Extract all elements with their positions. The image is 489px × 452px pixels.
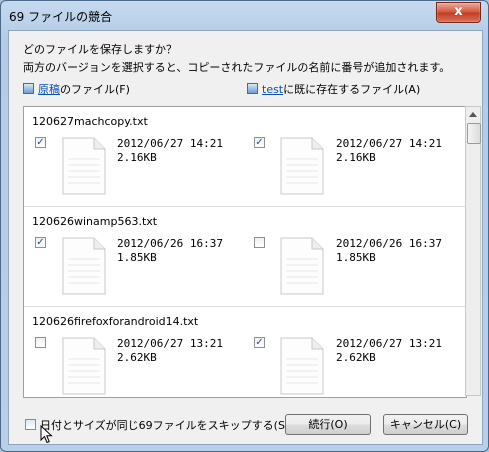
instruction-text: 両方のバージョンを選択すると、コピーされたファイルの名前に番号が追加されます。 (23, 61, 451, 74)
left-column-header[interactable]: 原稿のファイル(F) (23, 81, 130, 97)
scrollbar-thumb[interactable] (467, 123, 481, 144)
left-file-meta: 2012/06/26 16:37 1.85KB (117, 237, 223, 265)
file-size: 2.16KB (336, 151, 376, 164)
file-size: 2.62KB (336, 351, 376, 364)
left-column-label: のファイル(F) (60, 83, 130, 96)
conflict-list[interactable]: 120627machcopy.txt ✓ 2012/06/27 14:21 2.… (23, 106, 467, 398)
keep-left-checkbox[interactable] (35, 337, 46, 348)
file-size: 1.85KB (117, 251, 157, 264)
text-file-icon (62, 237, 106, 295)
file-name: 120627machcopy.txt (32, 115, 148, 128)
text-file-icon (280, 137, 324, 195)
file-name: 120626firefoxforandroid14.txt (32, 315, 199, 328)
mouse-cursor-icon (40, 425, 53, 444)
file-size: 2.16KB (117, 151, 157, 164)
skip-same-label[interactable]: 日付とサイズが同じ69ファイルをスキップする(S) (40, 417, 289, 433)
vertical-scrollbar[interactable] (465, 106, 481, 396)
question-text: どのファイルを保存しますか？ (23, 43, 177, 56)
file-date: 2012/06/27 13:21 (117, 337, 223, 350)
continue-button[interactable]: 続行(O) (285, 414, 371, 435)
dialog-content: どのファイルを保存しますか？ 両方のバージョンを選択すると、コピーされたファイル… (8, 30, 483, 445)
title-bar[interactable]: 69 ファイルの競合 x (1, 1, 488, 31)
file-size: 1.85KB (336, 251, 376, 264)
check-icon: ✓ (255, 337, 264, 348)
check-icon: ✓ (255, 137, 264, 148)
check-icon: ✓ (36, 137, 45, 148)
close-button[interactable]: x (436, 2, 481, 23)
file-date: 2012/06/27 14:21 (117, 137, 223, 150)
keep-left-checkbox[interactable]: ✓ (35, 137, 46, 148)
file-name: 120626winamp563.txt (32, 215, 158, 228)
file-size: 2.62KB (117, 351, 157, 364)
right-file-meta: 2012/06/27 14:21 2.16KB (336, 137, 442, 165)
file-date: 2012/06/26 16:37 (117, 237, 223, 250)
text-file-icon (62, 337, 106, 395)
check-icon: ✓ (36, 237, 45, 248)
dialog-window: 69 ファイルの競合 x どのファイルを保存しますか？ 両方のバージョンを選択す… (0, 0, 489, 452)
conflict-entry: 120626firefoxforandroid14.txt 2012/06/27… (24, 307, 466, 397)
file-date: 2012/06/27 13:21 (336, 337, 442, 350)
cancel-button[interactable]: キャンセル(C) (383, 414, 468, 435)
scroll-up-icon[interactable] (469, 111, 477, 117)
right-column-label: に既に存在するファイル(A) (283, 83, 421, 96)
file-date: 2012/06/27 14:21 (336, 137, 442, 150)
source-folder-link[interactable]: 原稿 (38, 83, 60, 96)
keep-right-checkbox[interactable]: ✓ (254, 137, 265, 148)
close-icon: x (454, 4, 463, 19)
text-file-icon (280, 337, 324, 395)
select-all-left-checkbox[interactable] (23, 83, 34, 94)
keep-right-checkbox[interactable]: ✓ (254, 337, 265, 348)
right-file-meta: 2012/06/27 13:21 2.62KB (336, 337, 442, 365)
window-title: 69 ファイルの競合 (9, 10, 113, 24)
select-all-right-checkbox[interactable] (247, 83, 258, 94)
keep-right-checkbox[interactable] (254, 237, 265, 248)
text-file-icon (62, 137, 106, 195)
right-file-meta: 2012/06/26 16:37 1.85KB (336, 237, 442, 265)
file-date: 2012/06/26 16:37 (336, 237, 442, 250)
destination-folder-link[interactable]: test (262, 83, 283, 96)
left-file-meta: 2012/06/27 14:21 2.16KB (117, 137, 223, 165)
conflict-entry: 120626winamp563.txt ✓ 2012/06/26 16:37 1… (24, 207, 466, 307)
keep-left-checkbox[interactable]: ✓ (35, 237, 46, 248)
text-file-icon (280, 237, 324, 295)
right-column-header[interactable]: testに既に存在するファイル(A) (247, 81, 420, 97)
skip-same-checkbox[interactable] (25, 419, 36, 430)
conflict-entry: 120627machcopy.txt ✓ 2012/06/27 14:21 2.… (24, 107, 466, 207)
left-file-meta: 2012/06/27 13:21 2.62KB (117, 337, 223, 365)
